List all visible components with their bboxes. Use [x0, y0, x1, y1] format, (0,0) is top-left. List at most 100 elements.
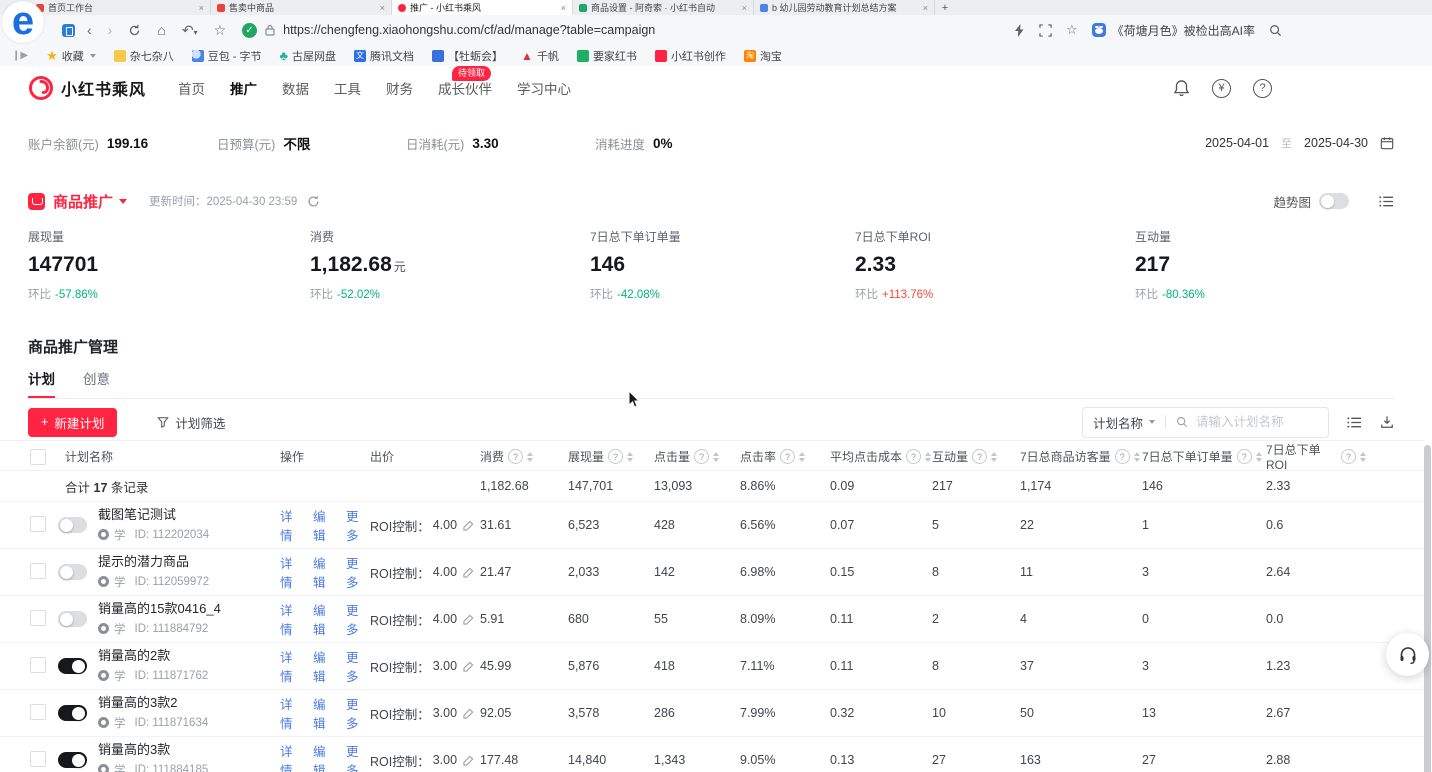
edit-link[interactable]: 编辑 — [313, 506, 337, 544]
col-impressions[interactable]: 展现量? — [568, 448, 654, 465]
row-checkbox[interactable] — [30, 751, 46, 767]
row-toggle[interactable] — [58, 611, 87, 627]
row-checkbox[interactable] — [30, 563, 46, 579]
name-filter-dropdown[interactable]: 计划名称 — [1093, 413, 1143, 432]
nav-data[interactable]: 数据 — [282, 78, 309, 98]
edit-link[interactable]: 编辑 — [313, 694, 337, 732]
col-7d-visitors[interactable]: 7日总商品访客量? — [1020, 448, 1142, 465]
plan-filter-button[interactable]: 计划筛选 — [151, 412, 231, 433]
edit-pencil-icon[interactable] — [463, 567, 474, 578]
plan-name[interactable]: 销量高的2款 — [98, 648, 208, 664]
col-engagement[interactable]: 互动量? — [932, 448, 1020, 465]
detail-link[interactable]: 详情 — [280, 741, 304, 772]
browser-tab[interactable]: 商品设置 - 阿奇索 · 小红书自动× — [573, 0, 754, 15]
browser-tab[interactable]: 首页工作台× — [30, 0, 211, 15]
help-icon[interactable]: ? — [1237, 449, 1252, 464]
help-icon[interactable]: ? — [972, 449, 987, 464]
sort-icon[interactable] — [713, 452, 719, 462]
more-link[interactable]: 更多 — [346, 506, 370, 544]
select-all-checkbox[interactable] — [30, 449, 46, 465]
help-icon[interactable]: ? — [1253, 79, 1272, 98]
sort-icon[interactable] — [627, 452, 633, 462]
nav-tools[interactable]: 工具 — [334, 78, 361, 98]
bookmark-item[interactable]: 文腾讯文档 — [354, 48, 414, 64]
home-icon[interactable]: ⌂ — [157, 23, 165, 37]
screenshot-icon[interactable] — [1039, 24, 1052, 37]
nav-learning-center[interactable]: 学习中心 — [517, 78, 571, 98]
bookmark-item[interactable]: ★收藏 — [46, 48, 96, 64]
edit-link[interactable]: 编辑 — [313, 647, 337, 685]
vertical-scrollbar[interactable] — [1424, 445, 1431, 772]
plan-name[interactable]: 销量高的3款 — [98, 742, 208, 758]
security-shield-icon[interactable]: ✓ — [242, 23, 257, 38]
plan-name[interactable]: 销量高的15款0416_4 — [98, 601, 221, 617]
bookmark-item[interactable]: ♣古屋网盘 — [280, 48, 337, 64]
wallet-icon[interactable]: ¥ — [1212, 79, 1231, 98]
col-7d-roi[interactable]: 7日总下单ROI? — [1266, 441, 1366, 472]
bookmark-item[interactable]: 豆包 - 字节 — [192, 48, 262, 64]
nav-growth-partner[interactable]: 成长伙伴待领取 — [438, 78, 492, 98]
detail-link[interactable]: 详情 — [280, 553, 304, 591]
sort-icon[interactable] — [527, 452, 533, 462]
refresh-data-icon[interactable] — [307, 195, 320, 208]
plan-name[interactable]: 提示的潜力商品 — [98, 554, 209, 570]
trend-toggle[interactable] — [1319, 193, 1349, 209]
column-config-icon[interactable] — [1347, 416, 1362, 429]
tab-close-icon[interactable]: × — [199, 3, 204, 13]
history-icon[interactable]: ↶▾ — [182, 23, 198, 37]
col-ctr[interactable]: 点击率? — [740, 448, 830, 465]
tab-close-icon[interactable]: × — [380, 3, 385, 13]
calendar-icon[interactable] — [1380, 136, 1394, 150]
bookmarks-collapse-icon[interactable]: ❙▶ — [12, 50, 28, 61]
refresh-icon[interactable] — [128, 24, 141, 37]
url-text[interactable]: https://chengfeng.xiaohongshu.com/cf/ad/… — [283, 23, 655, 37]
new-plan-button[interactable]: +新建计划 — [28, 408, 117, 437]
edit-link[interactable]: 编辑 — [313, 741, 337, 772]
sort-icon[interactable] — [925, 452, 931, 462]
edit-pencil-icon[interactable] — [463, 661, 474, 672]
tab-plan[interactable]: 计划 — [28, 368, 55, 398]
browser-tab[interactable]: 售卖中商品× — [211, 0, 392, 15]
col-consume[interactable]: 消费? — [480, 448, 568, 465]
nav-promotion[interactable]: 推广 — [230, 78, 257, 98]
nav-home[interactable]: 首页 — [178, 78, 205, 98]
date-start[interactable]: 2025-04-01 — [1205, 136, 1269, 150]
bookmark-item[interactable]: 杂七杂八 — [114, 48, 174, 64]
date-end[interactable]: 2025-04-30 — [1304, 136, 1368, 150]
sort-icon[interactable] — [1134, 452, 1140, 462]
sort-icon[interactable] — [1256, 452, 1262, 462]
row-checkbox[interactable] — [30, 516, 46, 532]
col-7d-orders[interactable]: 7日总下单订单量? — [1142, 448, 1266, 465]
row-toggle[interactable] — [58, 564, 87, 580]
bookmark-item[interactable]: ▲千帆 — [521, 48, 559, 64]
plan-name[interactable]: 销量高的3款2 — [98, 695, 208, 711]
help-icon[interactable]: ? — [508, 449, 523, 464]
detail-link[interactable]: 详情 — [280, 600, 304, 638]
help-icon[interactable]: ? — [1341, 449, 1356, 464]
help-icon[interactable]: ? — [906, 449, 921, 464]
detail-link[interactable]: 详情 — [280, 694, 304, 732]
more-link[interactable]: 更多 — [346, 694, 370, 732]
download-icon[interactable] — [1380, 415, 1394, 429]
new-tab-button[interactable]: + — [935, 0, 955, 15]
tab-close-icon[interactable]: × — [923, 3, 928, 13]
row-checkbox[interactable] — [30, 657, 46, 673]
sort-icon[interactable] — [991, 452, 997, 462]
detail-link[interactable]: 详情 — [280, 506, 304, 544]
col-clicks[interactable]: 点击量? — [654, 448, 740, 465]
bookmark-item[interactable]: 淘淘宝 — [744, 48, 782, 64]
back-icon[interactable]: ‹ — [87, 23, 92, 37]
favorites-icon[interactable]: ☆ — [214, 23, 227, 37]
tab-close-icon[interactable]: × — [742, 3, 747, 13]
help-icon[interactable]: ? — [1115, 449, 1130, 464]
edit-pencil-icon[interactable] — [463, 614, 474, 625]
metric-list-icon[interactable] — [1379, 195, 1394, 208]
row-toggle[interactable] — [58, 705, 87, 721]
edit-link[interactable]: 编辑 — [313, 600, 337, 638]
more-link[interactable]: 更多 — [346, 647, 370, 685]
edit-pencil-icon[interactable] — [463, 520, 474, 531]
more-link[interactable]: 更多 — [346, 553, 370, 591]
edit-link[interactable]: 编辑 — [313, 553, 337, 591]
bookmark-item[interactable]: 【牡蛎会】 — [432, 48, 503, 64]
bookmark-item[interactable]: 要家红书 — [577, 48, 637, 64]
